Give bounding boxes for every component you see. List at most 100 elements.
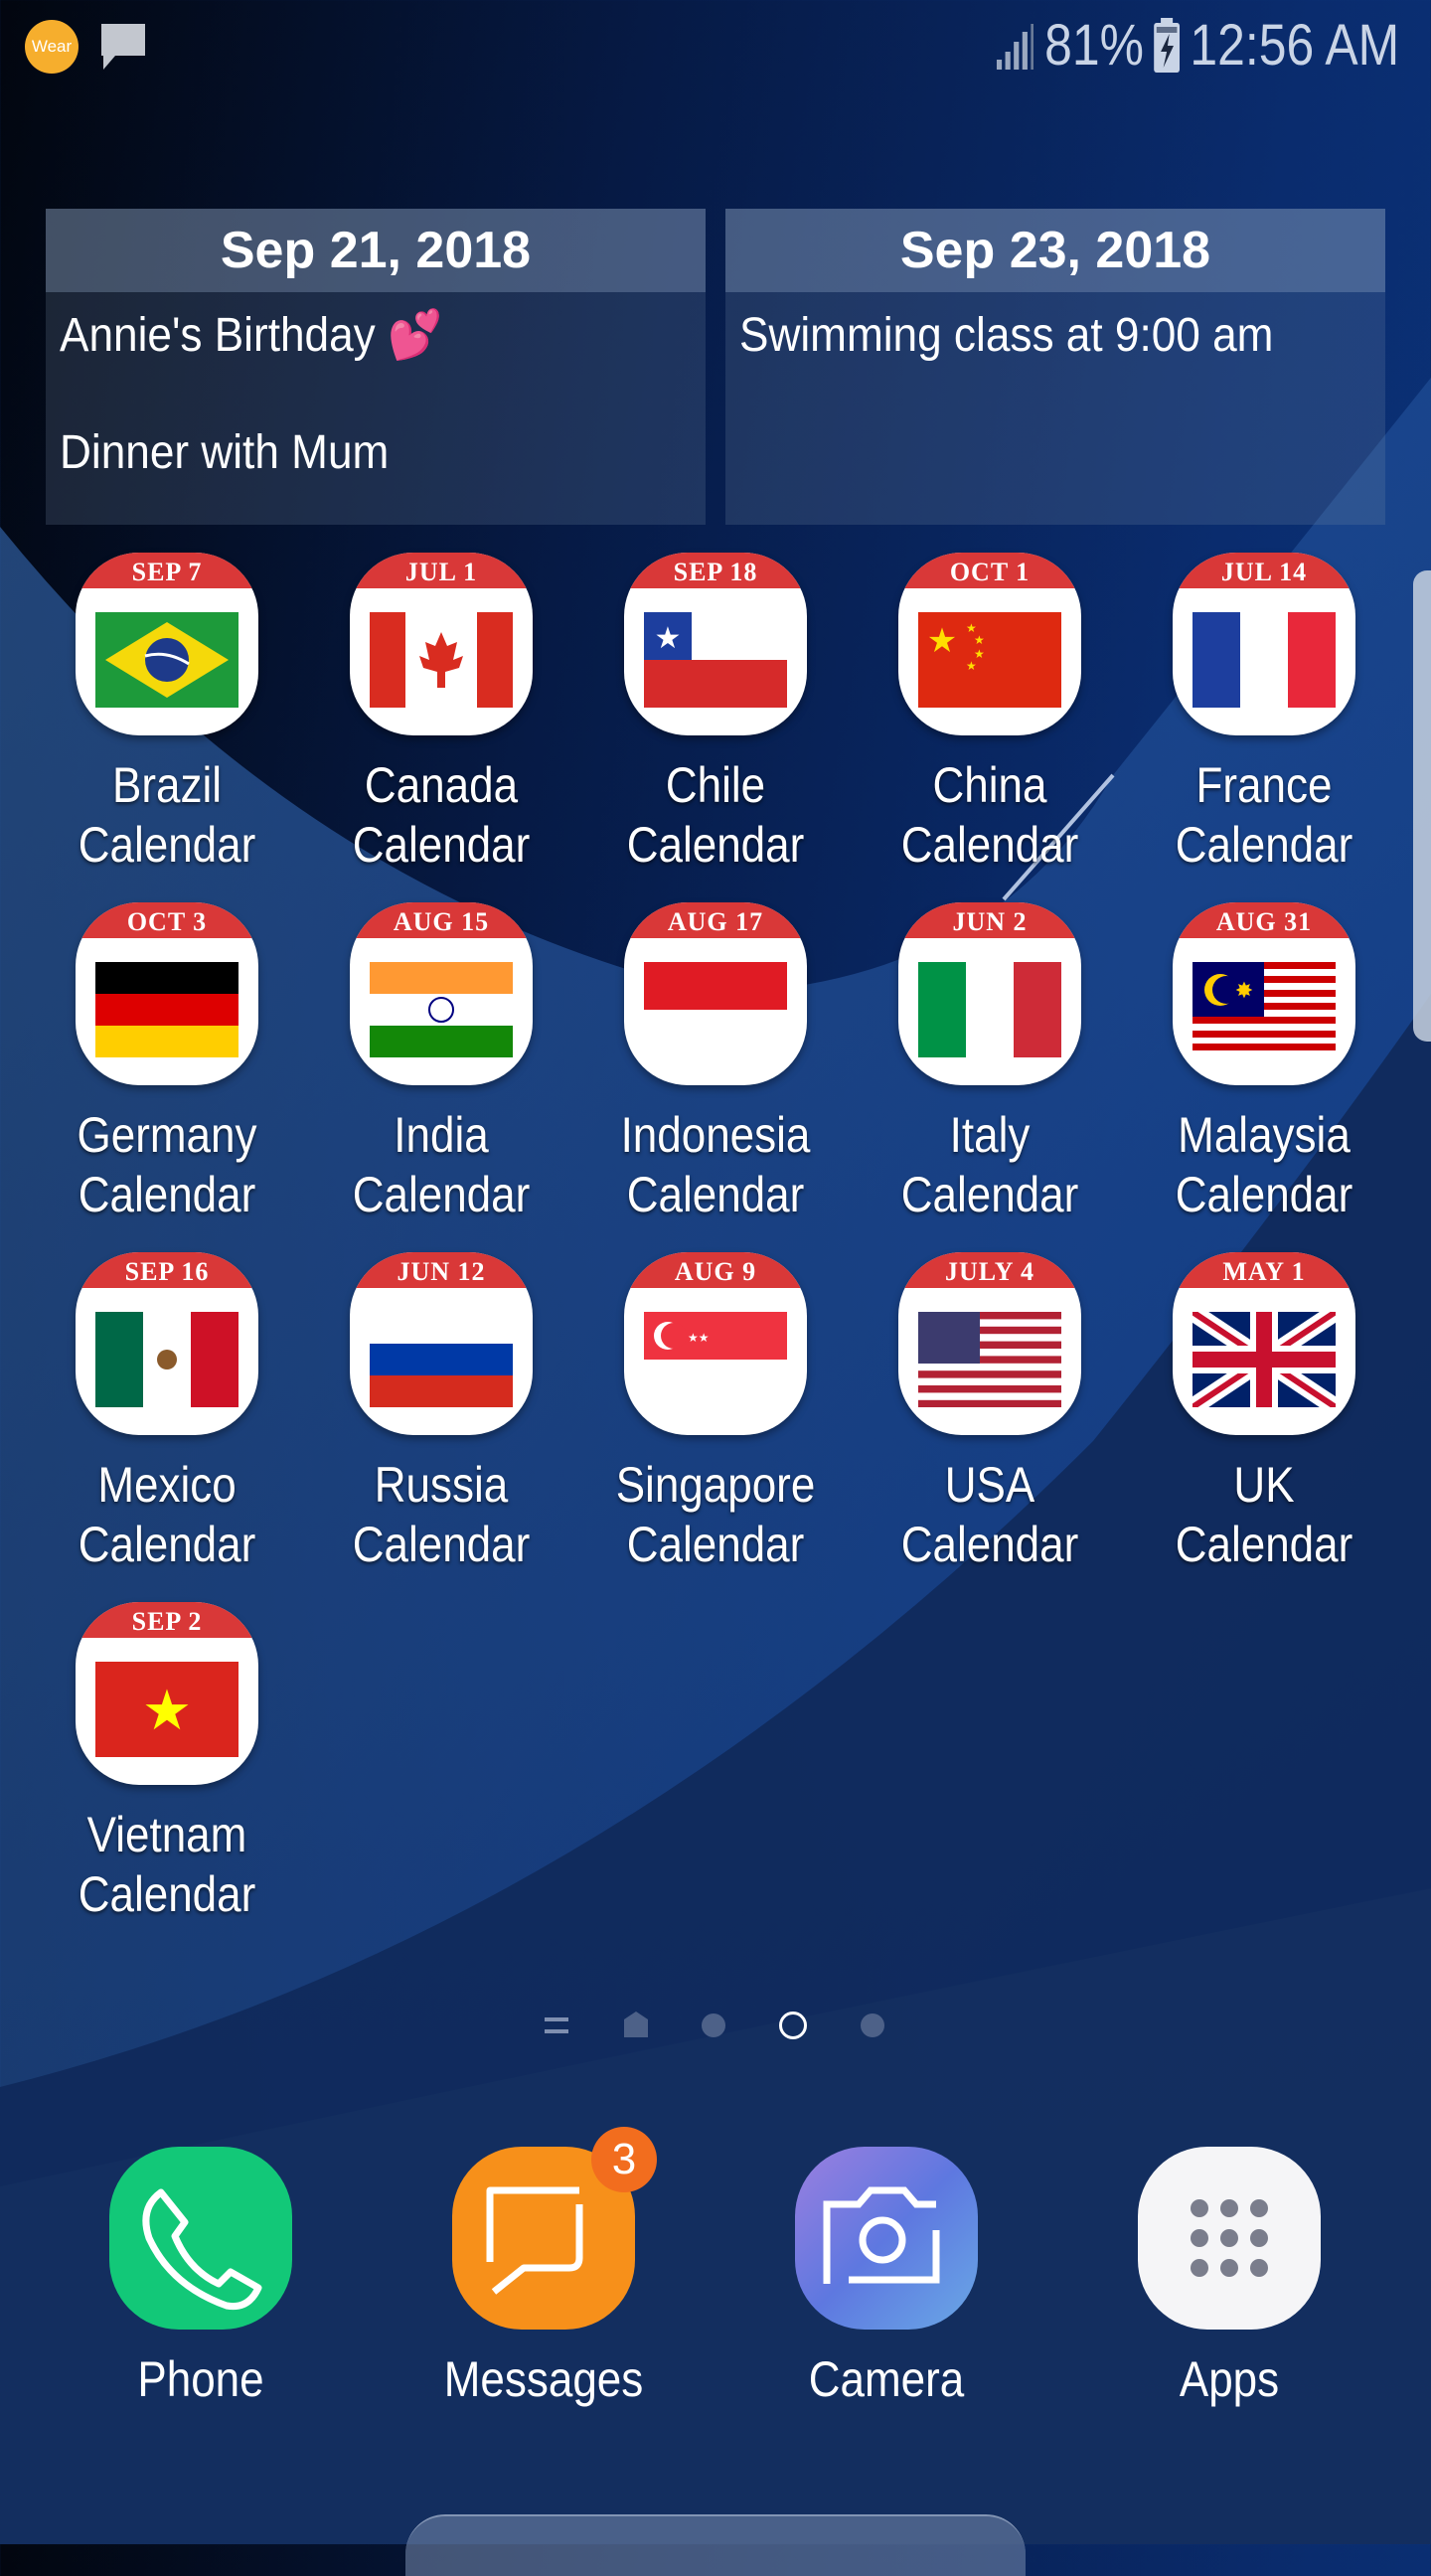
widget-event[interactable]: Swimming class at 9:00 am [739, 300, 1321, 372]
app-indonesia-calendar[interactable]: AUG 17 Indonesia Calendar [578, 902, 853, 1224]
edge-panel-handle[interactable] [1413, 570, 1431, 1042]
chile-flag-icon: ★ [644, 612, 787, 708]
signal-bars-icon [996, 23, 1034, 70]
date-tab: JUL 1 [350, 553, 533, 588]
date-tab: AUG 9 [624, 1252, 807, 1288]
phone-icon [109, 2147, 292, 2330]
bottom-panel-handle[interactable] [405, 2514, 1026, 2576]
app-label: Canada Calendar [352, 757, 531, 873]
app-brazil-calendar[interactable]: SEP 7 Brazil Calendar [30, 553, 304, 875]
dock-camera[interactable]: Camera [767, 2147, 1006, 2409]
calendar-widget-1[interactable]: Sep 21, 2018 Annie's Birthday 💕 Dinner w… [46, 209, 706, 525]
app-label: Brazil Calendar [78, 757, 256, 873]
camera-icon [795, 2147, 978, 2330]
svg-text:★: ★ [974, 633, 985, 647]
app-mexico-calendar[interactable]: SEP 16 Mexico Calendar [30, 1252, 304, 1574]
date-tab: JUL 14 [1173, 553, 1355, 588]
app-uk-calendar[interactable]: MAY 1 UK Calendar [1127, 1252, 1401, 1574]
indonesia-calendar-icon: AUG 17 [624, 902, 807, 1085]
vietnam-flag-icon: ★ [95, 1662, 238, 1757]
svg-text:✸: ✸ [1235, 978, 1253, 1003]
widget-event[interactable]: Annie's Birthday 💕 [60, 300, 641, 372]
app-label: USA Calendar [900, 1457, 1079, 1572]
app-france-calendar[interactable]: JUL 14 France Calendar [1127, 553, 1401, 875]
indonesia-flag-icon [644, 962, 787, 1057]
app-malaysia-calendar[interactable]: AUG 31 ✸ Malaysia Calendar [1127, 902, 1401, 1224]
app-label: Russia Calendar [352, 1457, 531, 1572]
status-indicators: 81% 12:56 AM [995, 12, 1399, 79]
uk-flag-icon [1192, 1312, 1336, 1407]
messages-icon: 3 [452, 2127, 657, 2330]
svg-text:★★: ★★ [688, 1331, 710, 1345]
vietnam-calendar-icon: SEP 2 ★ [76, 1602, 258, 1785]
app-vietnam-calendar[interactable]: SEP 2 ★ Vietnam Calendar [30, 1602, 304, 1924]
calendar-widget-2[interactable]: Sep 23, 2018 Swimming class at 9:00 am [725, 209, 1385, 525]
china-flag-icon: ★ ★★★★ [918, 612, 1061, 708]
status-bar[interactable]: Wear 81% 12:56 AM [0, 0, 1431, 99]
app-label: China Calendar [900, 757, 1079, 873]
mexico-flag-icon [95, 1312, 238, 1407]
app-label: Germany Calendar [77, 1107, 257, 1222]
russia-flag-icon [370, 1312, 513, 1407]
russia-calendar-icon: JUN 12 [350, 1252, 533, 1435]
china-calendar-icon: OCT 1 ★ ★ ★ ★ ★ [898, 553, 1081, 735]
page-dot[interactable] [702, 2013, 725, 2037]
page-dot[interactable] [861, 2013, 884, 2037]
italy-flag-icon [918, 962, 1061, 1057]
app-china-calendar[interactable]: OCT 1 ★ ★ ★ ★ ★ China Calendar [853, 553, 1127, 875]
app-germany-calendar[interactable]: OCT 3 Germany Calendar [30, 902, 304, 1224]
app-india-calendar[interactable]: AUG 15 India Calendar [304, 902, 578, 1224]
india-flag-icon [370, 962, 513, 1057]
briefing-page-indicator-icon[interactable] [545, 2015, 568, 2035]
page-indicator[interactable] [537, 2010, 894, 2043]
dock-messages[interactable]: 3 Messages [424, 2127, 663, 2409]
notification-badge: 3 [591, 2127, 657, 2192]
singapore-flag-icon: ★★ [644, 1312, 787, 1407]
dock-label: Apps [1179, 2351, 1280, 2407]
canada-flag-icon [370, 612, 513, 708]
message-notification-icon [101, 24, 145, 70]
date-tab: OCT 1 [898, 553, 1081, 588]
dock-phone[interactable]: Phone [81, 2147, 320, 2409]
app-usa-calendar[interactable]: JULY 4 USA Calendar [853, 1252, 1127, 1574]
app-label: Malaysia Calendar [1175, 1107, 1353, 1222]
date-tab: SEP 18 [624, 553, 807, 588]
dock-label: Phone [137, 2351, 264, 2407]
app-singapore-calendar[interactable]: AUG 9 ★★ Singapore Calendar [578, 1252, 853, 1574]
app-italy-calendar[interactable]: JUN 2 Italy Calendar [853, 902, 1127, 1224]
app-chile-calendar[interactable]: SEP 18 ★ Chile Calendar [578, 553, 853, 875]
app-label: Chile Calendar [626, 757, 805, 873]
app-russia-calendar[interactable]: JUN 12 Russia Calendar [304, 1252, 578, 1574]
home-page-indicator-icon[interactable] [624, 2012, 648, 2037]
app-label: UK Calendar [1175, 1457, 1353, 1572]
malaysia-flag-icon: ✸ [1192, 962, 1336, 1057]
widget-event[interactable]: Dinner with Mum [60, 417, 641, 489]
app-label: Singapore Calendar [615, 1457, 816, 1572]
singapore-calendar-icon: AUG 9 ★★ [624, 1252, 807, 1435]
usa-calendar-icon: JULY 4 [898, 1252, 1081, 1435]
app-label: Mexico Calendar [78, 1457, 256, 1572]
page-dot-current[interactable] [779, 2012, 807, 2039]
date-tab: OCT 3 [76, 902, 258, 938]
app-canada-calendar[interactable]: JUL 1 Canada Calendar [304, 553, 578, 875]
germany-calendar-icon: OCT 3 [76, 902, 258, 1085]
date-tab: SEP 16 [76, 1252, 258, 1288]
france-calendar-icon: JUL 14 [1173, 553, 1355, 735]
france-flag-icon [1192, 612, 1336, 708]
date-tab: JULY 4 [898, 1252, 1081, 1288]
date-tab: MAY 1 [1173, 1252, 1355, 1288]
date-tab: JUN 2 [898, 902, 1081, 938]
malaysia-calendar-icon: AUG 31 ✸ [1173, 902, 1355, 1085]
widget-date: Sep 23, 2018 [725, 209, 1385, 292]
wear-app-icon: Wear [25, 20, 79, 74]
germany-flag-icon [95, 962, 238, 1057]
svg-text:★: ★ [966, 659, 977, 673]
app-label: France Calendar [1175, 757, 1353, 873]
italy-calendar-icon: JUN 2 [898, 902, 1081, 1085]
svg-text:★: ★ [655, 622, 682, 655]
svg-text:★: ★ [927, 622, 957, 660]
clock-time: 12:56 AM [1190, 13, 1399, 78]
mexico-calendar-icon: SEP 16 [76, 1252, 258, 1435]
battery-charging-icon [1154, 17, 1180, 73]
dock-apps[interactable]: Apps [1110, 2147, 1349, 2409]
